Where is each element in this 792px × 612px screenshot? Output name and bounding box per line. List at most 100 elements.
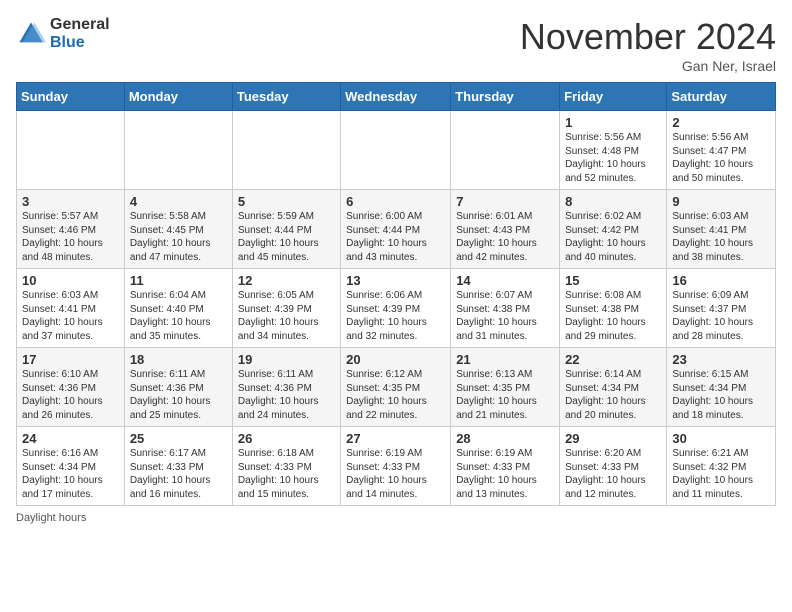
- day-number: 8: [565, 194, 661, 209]
- day-info: Sunrise: 6:08 AM Sunset: 4:38 PM Dayligh…: [565, 289, 661, 343]
- calendar-cell: [341, 111, 451, 190]
- day-info: Sunrise: 5:56 AM Sunset: 4:48 PM Dayligh…: [565, 131, 661, 185]
- day-info: Sunrise: 6:13 AM Sunset: 4:35 PM Dayligh…: [456, 368, 554, 422]
- calendar-cell: 15Sunrise: 6:08 AM Sunset: 4:38 PM Dayli…: [560, 269, 667, 348]
- day-info: Sunrise: 6:02 AM Sunset: 4:42 PM Dayligh…: [565, 210, 661, 264]
- calendar-cell: 25Sunrise: 6:17 AM Sunset: 4:33 PM Dayli…: [124, 427, 232, 506]
- calendar-cell: 23Sunrise: 6:15 AM Sunset: 4:34 PM Dayli…: [667, 348, 776, 427]
- calendar-cell: 21Sunrise: 6:13 AM Sunset: 4:35 PM Dayli…: [451, 348, 560, 427]
- day-number: 23: [672, 352, 770, 367]
- calendar-cell: 8Sunrise: 6:02 AM Sunset: 4:42 PM Daylig…: [560, 190, 667, 269]
- weekday-monday: Monday: [124, 83, 232, 111]
- day-number: 22: [565, 352, 661, 367]
- week-row-2: 3Sunrise: 5:57 AM Sunset: 4:46 PM Daylig…: [17, 190, 776, 269]
- day-number: 4: [130, 194, 227, 209]
- day-number: 17: [22, 352, 119, 367]
- day-info: Sunrise: 6:15 AM Sunset: 4:34 PM Dayligh…: [672, 368, 770, 422]
- day-number: 30: [672, 431, 770, 446]
- calendar: SundayMondayTuesdayWednesdayThursdayFrid…: [16, 82, 776, 506]
- day-info: Sunrise: 6:16 AM Sunset: 4:34 PM Dayligh…: [22, 447, 119, 501]
- calendar-cell: 19Sunrise: 6:11 AM Sunset: 4:36 PM Dayli…: [232, 348, 340, 427]
- calendar-cell: 14Sunrise: 6:07 AM Sunset: 4:38 PM Dayli…: [451, 269, 560, 348]
- day-info: Sunrise: 6:17 AM Sunset: 4:33 PM Dayligh…: [130, 447, 227, 501]
- day-info: Sunrise: 6:10 AM Sunset: 4:36 PM Dayligh…: [22, 368, 119, 422]
- daylight-label: Daylight hours: [16, 512, 86, 524]
- day-number: 11: [130, 273, 227, 288]
- day-number: 18: [130, 352, 227, 367]
- calendar-cell: 1Sunrise: 5:56 AM Sunset: 4:48 PM Daylig…: [560, 111, 667, 190]
- calendar-cell: [124, 111, 232, 190]
- day-info: Sunrise: 6:18 AM Sunset: 4:33 PM Dayligh…: [238, 447, 335, 501]
- day-number: 29: [565, 431, 661, 446]
- day-info: Sunrise: 6:11 AM Sunset: 4:36 PM Dayligh…: [238, 368, 335, 422]
- calendar-cell: 3Sunrise: 5:57 AM Sunset: 4:46 PM Daylig…: [17, 190, 125, 269]
- week-row-1: 1Sunrise: 5:56 AM Sunset: 4:48 PM Daylig…: [17, 111, 776, 190]
- week-row-4: 17Sunrise: 6:10 AM Sunset: 4:36 PM Dayli…: [17, 348, 776, 427]
- day-info: Sunrise: 6:19 AM Sunset: 4:33 PM Dayligh…: [346, 447, 445, 501]
- logo-general-text: General: [50, 16, 110, 34]
- day-number: 19: [238, 352, 335, 367]
- calendar-cell: 9Sunrise: 6:03 AM Sunset: 4:41 PM Daylig…: [667, 190, 776, 269]
- week-row-3: 10Sunrise: 6:03 AM Sunset: 4:41 PM Dayli…: [17, 269, 776, 348]
- day-number: 10: [22, 273, 119, 288]
- day-info: Sunrise: 6:03 AM Sunset: 4:41 PM Dayligh…: [22, 289, 119, 343]
- calendar-cell: [232, 111, 340, 190]
- day-info: Sunrise: 6:09 AM Sunset: 4:37 PM Dayligh…: [672, 289, 770, 343]
- day-number: 2: [672, 115, 770, 130]
- month-title: November 2024: [520, 16, 776, 58]
- day-info: Sunrise: 6:19 AM Sunset: 4:33 PM Dayligh…: [456, 447, 554, 501]
- calendar-cell: 10Sunrise: 6:03 AM Sunset: 4:41 PM Dayli…: [17, 269, 125, 348]
- day-info: Sunrise: 5:59 AM Sunset: 4:44 PM Dayligh…: [238, 210, 335, 264]
- day-info: Sunrise: 5:57 AM Sunset: 4:46 PM Dayligh…: [22, 210, 119, 264]
- day-number: 1: [565, 115, 661, 130]
- day-number: 27: [346, 431, 445, 446]
- calendar-cell: 2Sunrise: 5:56 AM Sunset: 4:47 PM Daylig…: [667, 111, 776, 190]
- day-number: 12: [238, 273, 335, 288]
- day-number: 7: [456, 194, 554, 209]
- calendar-cell: 6Sunrise: 6:00 AM Sunset: 4:44 PM Daylig…: [341, 190, 451, 269]
- calendar-cell: 17Sunrise: 6:10 AM Sunset: 4:36 PM Dayli…: [17, 348, 125, 427]
- calendar-cell: 22Sunrise: 6:14 AM Sunset: 4:34 PM Dayli…: [560, 348, 667, 427]
- calendar-cell: 16Sunrise: 6:09 AM Sunset: 4:37 PM Dayli…: [667, 269, 776, 348]
- location: Gan Ner, Israel: [520, 58, 776, 74]
- weekday-saturday: Saturday: [667, 83, 776, 111]
- header: General Blue November 2024 Gan Ner, Isra…: [16, 16, 776, 74]
- day-number: 20: [346, 352, 445, 367]
- day-number: 24: [22, 431, 119, 446]
- weekday-tuesday: Tuesday: [232, 83, 340, 111]
- day-number: 25: [130, 431, 227, 446]
- weekday-friday: Friday: [560, 83, 667, 111]
- calendar-cell: 5Sunrise: 5:59 AM Sunset: 4:44 PM Daylig…: [232, 190, 340, 269]
- calendar-cell: 18Sunrise: 6:11 AM Sunset: 4:36 PM Dayli…: [124, 348, 232, 427]
- calendar-cell: 27Sunrise: 6:19 AM Sunset: 4:33 PM Dayli…: [341, 427, 451, 506]
- day-info: Sunrise: 6:03 AM Sunset: 4:41 PM Dayligh…: [672, 210, 770, 264]
- day-number: 6: [346, 194, 445, 209]
- day-info: Sunrise: 6:05 AM Sunset: 4:39 PM Dayligh…: [238, 289, 335, 343]
- logo-blue-text: Blue: [50, 34, 110, 52]
- calendar-cell: 20Sunrise: 6:12 AM Sunset: 4:35 PM Dayli…: [341, 348, 451, 427]
- day-number: 3: [22, 194, 119, 209]
- day-info: Sunrise: 6:12 AM Sunset: 4:35 PM Dayligh…: [346, 368, 445, 422]
- day-info: Sunrise: 6:20 AM Sunset: 4:33 PM Dayligh…: [565, 447, 661, 501]
- day-number: 13: [346, 273, 445, 288]
- day-info: Sunrise: 6:00 AM Sunset: 4:44 PM Dayligh…: [346, 210, 445, 264]
- day-number: 16: [672, 273, 770, 288]
- calendar-cell: [17, 111, 125, 190]
- day-number: 5: [238, 194, 335, 209]
- day-number: 26: [238, 431, 335, 446]
- day-info: Sunrise: 6:07 AM Sunset: 4:38 PM Dayligh…: [456, 289, 554, 343]
- logo-text: General Blue: [50, 16, 110, 51]
- calendar-cell: 26Sunrise: 6:18 AM Sunset: 4:33 PM Dayli…: [232, 427, 340, 506]
- day-number: 28: [456, 431, 554, 446]
- weekday-sunday: Sunday: [17, 83, 125, 111]
- day-info: Sunrise: 5:56 AM Sunset: 4:47 PM Dayligh…: [672, 131, 770, 185]
- footer: Daylight hours: [16, 512, 776, 524]
- day-number: 9: [672, 194, 770, 209]
- day-number: 15: [565, 273, 661, 288]
- calendar-cell: 4Sunrise: 5:58 AM Sunset: 4:45 PM Daylig…: [124, 190, 232, 269]
- day-info: Sunrise: 6:11 AM Sunset: 4:36 PM Dayligh…: [130, 368, 227, 422]
- day-info: Sunrise: 6:21 AM Sunset: 4:32 PM Dayligh…: [672, 447, 770, 501]
- calendar-cell: [451, 111, 560, 190]
- day-info: Sunrise: 5:58 AM Sunset: 4:45 PM Dayligh…: [130, 210, 227, 264]
- calendar-cell: 13Sunrise: 6:06 AM Sunset: 4:39 PM Dayli…: [341, 269, 451, 348]
